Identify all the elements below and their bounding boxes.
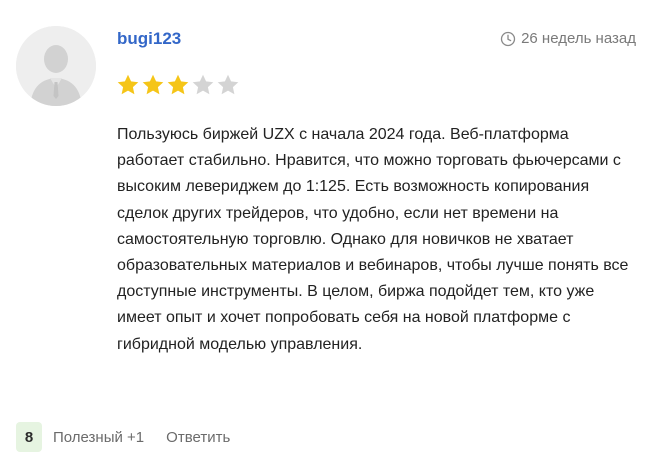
helpful-button[interactable]: Полезный +1: [53, 429, 144, 446]
star-empty-icon: [192, 74, 214, 95]
star-filled-icon: [117, 74, 139, 95]
review-body-text: Пользуюсь биржей UZX с начала 2024 года.…: [117, 126, 629, 353]
reply-button[interactable]: Ответить: [166, 429, 230, 446]
helpful-count-badge: 8: [16, 422, 42, 452]
star-empty-icon: [217, 74, 239, 95]
review-author-name[interactable]: bugi123: [117, 29, 181, 49]
star-filled-icon: [167, 74, 189, 95]
review-time-ago: 26 недель назад: [521, 30, 636, 47]
review-actions: 8 Полезный +1 Ответить: [16, 421, 230, 453]
star-rating: [116, 73, 240, 97]
star-filled-icon: [142, 74, 164, 95]
review-card: bugi123 26 недель назад Пользуюсь биржей…: [0, 0, 658, 468]
review-timestamp: 26 недель назад: [500, 30, 636, 48]
clock-icon: [500, 31, 516, 47]
user-avatar-icon[interactable]: [16, 26, 96, 106]
